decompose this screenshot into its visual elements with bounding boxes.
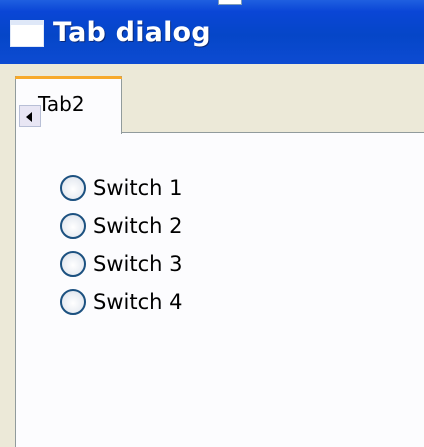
tab-scroll-left-button[interactable] <box>19 105 41 127</box>
title-bar[interactable]: Tab dialog <box>0 0 424 64</box>
radio-switch-4[interactable]: Switch 4 <box>60 283 182 321</box>
radio-label[interactable]: Switch 4 <box>93 290 182 314</box>
triangle-left-icon <box>26 112 32 122</box>
radio-circle-icon[interactable] <box>60 175 86 201</box>
radio-label[interactable]: Switch 3 <box>93 252 182 276</box>
radio-switch-1[interactable]: Switch 1 <box>60 169 182 207</box>
radio-switch-2[interactable]: Switch 2 <box>60 207 182 245</box>
radio-label[interactable]: Switch 2 <box>93 214 182 238</box>
radio-group: Switch 1 Switch 2 Switch 3 Switch 4 <box>60 169 182 321</box>
active-tab-accent <box>15 76 122 79</box>
window-icon[interactable] <box>10 20 44 47</box>
radio-circle-icon[interactable] <box>60 289 86 315</box>
radio-circle-icon[interactable] <box>60 251 86 277</box>
tab-pane: Switch 1 Switch 2 Switch 3 Switch 4 <box>15 132 424 447</box>
window-title: Tab dialog <box>53 17 211 48</box>
tab-label: Tab2 <box>38 92 85 116</box>
radio-circle-icon[interactable] <box>60 213 86 239</box>
background-window-edge <box>218 0 242 5</box>
radio-switch-3[interactable]: Switch 3 <box>60 245 182 283</box>
radio-label[interactable]: Switch 1 <box>93 176 182 200</box>
